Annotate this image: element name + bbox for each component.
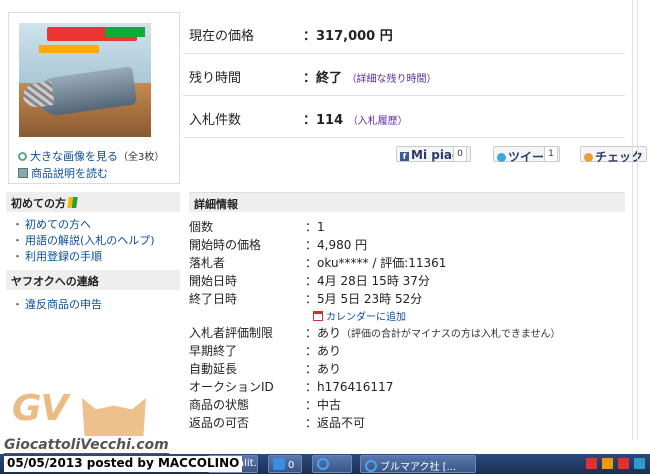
- auction-page: 大きな画像を見る（全3枚） 商品説明を読む 初めての方 ・初めての方へ ・用語の…: [0, 0, 650, 474]
- current-price-row: 現在の価格 ：317,000 円: [183, 12, 625, 54]
- facebook-like-count: 0: [453, 146, 467, 162]
- bid-count-label: 入札件数: [189, 113, 242, 128]
- book-icon: [18, 168, 28, 178]
- contact-heading: ヤフオクへの連絡: [6, 270, 180, 290]
- tray-icon[interactable]: [634, 458, 645, 469]
- detail-row-auto-extend: 自動延長 ：あり: [189, 362, 342, 376]
- item-thumbnail[interactable]: [19, 23, 151, 137]
- bid-count-row: 入札件数 ：114 （入札履歴）: [183, 96, 625, 138]
- twitter-icon: [497, 153, 506, 162]
- magnifier-icon: [18, 152, 27, 161]
- beginner-heading: 初めての方: [6, 192, 180, 212]
- view-large-image-link[interactable]: 大きな画像を見る（全3枚）: [18, 148, 164, 164]
- taskbar-item-ie[interactable]: [312, 455, 352, 473]
- bid-history-link[interactable]: （入札履歴）: [348, 116, 408, 127]
- current-price-value: ：317,000 円: [303, 29, 393, 44]
- detail-row-quantity: 個数 ：1: [189, 220, 325, 234]
- detail-row-condition: 商品の状態 ：中古: [189, 398, 342, 412]
- add-to-calendar-link[interactable]: カレンダーに追加: [313, 308, 406, 323]
- detail-row-auction-id: オークションID ：h176416117: [189, 380, 394, 394]
- detail-row-start-time: 開始日時 ：4月 28日 15時 37分: [189, 274, 430, 288]
- current-price-label: 現在の価格: [189, 29, 255, 44]
- tray-icon[interactable]: [602, 458, 613, 469]
- watermark-logo: GV: [12, 388, 68, 429]
- details-heading: 詳細情報: [189, 192, 625, 212]
- time-left-value: ：終了 （詳細な残り時間）: [303, 71, 437, 86]
- image-count: （全3枚）: [118, 152, 165, 163]
- detail-row-start-price: 開始時の価格 ：4,980 円: [189, 238, 368, 252]
- sidebar-link-report[interactable]: ・違反商品の申告: [12, 296, 102, 312]
- detail-row-returns: 返品の可否 ：返品不可: [189, 416, 366, 430]
- watermark-site: GiocattoliVecchi.com: [4, 437, 169, 454]
- left-column: 大きな画像を見る（全3枚） 商品説明を読む 初めての方 ・初めての方へ ・用語の…: [0, 0, 183, 440]
- tweet-count: 1: [544, 146, 558, 162]
- detail-row-winner: 落札者 ：oku***** / 評価:11361: [189, 256, 447, 270]
- time-left-row: 残り時間 ：終了 （詳細な残り時間）: [183, 54, 625, 96]
- page-divider: [632, 0, 633, 440]
- sidebar-link-glossary[interactable]: ・用語の解説(入札のヘルプ): [12, 232, 155, 248]
- bid-count-value: ：114 （入札履歴）: [303, 113, 408, 128]
- read-description-link[interactable]: 商品説明を読む: [18, 165, 108, 181]
- main-column: 現在の価格 ：317,000 円 残り時間 ：終了 （詳細な残り時間） 入札件数…: [183, 0, 650, 440]
- time-left-label: 残り時間: [189, 71, 242, 86]
- tray-icon[interactable]: [586, 458, 597, 469]
- tray-icon[interactable]: [618, 458, 629, 469]
- calendar-icon: [313, 311, 323, 321]
- taskbar-item-auction-window[interactable]: ブルマアク社 [...: [360, 455, 476, 473]
- detail-row-early-end: 早期終了 ：あり: [189, 344, 342, 358]
- sidebar-link-beginner[interactable]: ・初めての方へ: [12, 216, 91, 232]
- ie-icon: [365, 460, 377, 472]
- taskbar-item-skype[interactable]: 0: [268, 455, 302, 473]
- watermark-caption: 05/05/2013 posted by MACCOLINO: [4, 456, 243, 472]
- time-detail-link[interactable]: （詳細な残り時間）: [347, 74, 437, 85]
- detail-row-end-time: 終了日時 ：5月 5日 23時 52分: [189, 292, 423, 306]
- ie-icon: [317, 458, 329, 470]
- skype-icon: [273, 458, 285, 470]
- facebook-icon: f: [400, 152, 409, 161]
- beginner-mark-icon: [67, 197, 78, 208]
- detail-row-bidder-rating-limit: 入札者評価制限 ：あり（評価の合計がマイナスの方は入札できません）: [189, 326, 561, 340]
- page-divider: [637, 0, 638, 440]
- sidebar-link-registration[interactable]: ・利用登録の手順: [12, 248, 102, 264]
- check-icon: [584, 153, 593, 162]
